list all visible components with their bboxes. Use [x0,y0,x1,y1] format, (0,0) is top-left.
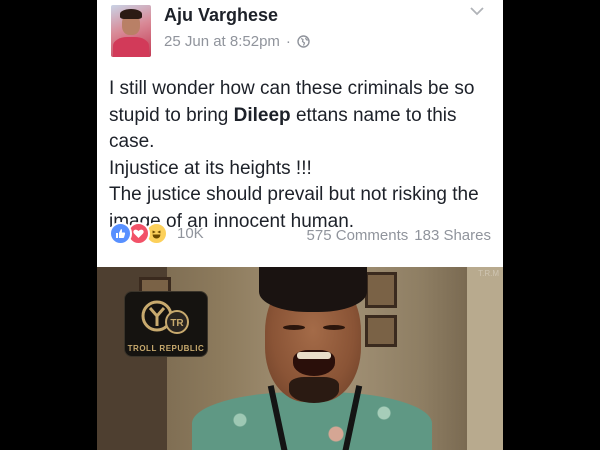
meta-separator: · [285,33,291,50]
reactions-summary[interactable]: 10K [109,222,204,245]
post-text-paragraph-1: I still wonder how can these criminals b… [109,78,475,152]
shares-count-link[interactable]: 183 Shares [414,227,491,244]
post-text: I still wonder how can these criminals b… [109,76,503,235]
reaction-count[interactable]: 10K [177,225,204,242]
meme-photo: TR TROLL REPUBLIC T.R.M [97,267,503,450]
post-text-paragraph-2: Injustice at its heights !!! [109,157,312,179]
post-meta: 25 Jun at 8:52pm · [164,33,310,50]
logo-text: TROLL REPUBLIC [127,344,205,353]
post-stats: 575 Comments 183 Shares [307,227,491,244]
comments-count-link[interactable]: 575 Comments [307,227,409,244]
globe-icon [297,35,310,48]
author-name[interactable]: Aju Varghese [164,5,278,26]
chevron-down-icon[interactable] [469,4,485,16]
troll-republic-logo: TR TROLL REPUBLIC [124,291,208,357]
post-text-bold-name: Dileep [233,104,291,126]
post-timestamp[interactable]: 25 Jun at 8:52pm [164,33,280,50]
facebook-post-card: Aju Varghese 25 Jun at 8:52pm · I still … [97,0,503,267]
svg-text:TR: TR [170,318,184,329]
like-icon [109,222,132,245]
image-watermark: T.R.M [478,269,499,278]
avatar[interactable] [111,5,151,57]
